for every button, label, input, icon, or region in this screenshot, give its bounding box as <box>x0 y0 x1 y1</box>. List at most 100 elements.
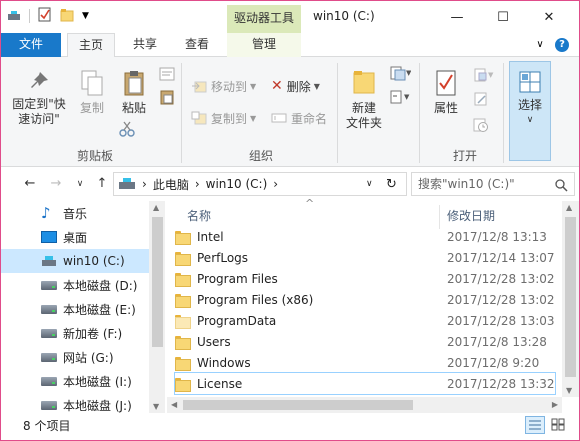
folder-icon <box>175 377 191 392</box>
drive-icon <box>41 328 57 338</box>
file-row[interactable]: Windows 2017/12/8 9:20 <box>175 352 555 373</box>
new-folder-qat-icon[interactable] <box>60 8 74 25</box>
file-date: 2017/12/8 13:13 <box>447 229 547 244</box>
easy-access-icon[interactable]: ▼ <box>389 89 411 108</box>
delete-button[interactable]: ✕ 删除 ▼ <box>271 77 320 95</box>
nav-item-drive-g[interactable]: 网站 (G:) <box>1 345 149 369</box>
copy-button[interactable]: 复制 <box>75 69 109 116</box>
address-dropdown-button[interactable]: ∨ <box>366 179 373 189</box>
title-bar: ▼ 驱动器工具 win10 (C:) — ☐ ✕ <box>1 1 579 33</box>
window-title: win10 (C:) <box>313 9 375 23</box>
select-button[interactable]: 选择 ∨ <box>509 61 551 161</box>
drive-icon <box>7 10 21 22</box>
drive-icon <box>41 352 57 362</box>
nav-scrollbar[interactable]: ▲ ▼ <box>149 201 166 413</box>
scroll-up-icon[interactable]: ▲ <box>566 203 572 212</box>
ribbon-tabs: 文件 主页 共享 查看 管理 ∨ ? <box>1 33 579 58</box>
file-row[interactable]: Users 2017/12/8 13:28 <box>175 331 555 352</box>
scroll-down-icon[interactable]: ▼ <box>153 402 159 411</box>
recent-locations-button[interactable]: ∨ <box>71 175 89 193</box>
horizontal-scroll-thumb[interactable] <box>183 400 413 410</box>
scroll-up-icon[interactable]: ▲ <box>153 203 159 212</box>
file-row[interactable]: Program Files 2017/12/28 13:02 <box>175 268 555 289</box>
maximize-button[interactable]: ☐ <box>480 5 526 29</box>
file-name: Program Files <box>197 271 278 286</box>
nav-item-label: 新加卷 (F:) <box>63 326 123 341</box>
move-to-icon <box>191 79 207 93</box>
tab-view[interactable]: 查看 <box>175 33 219 57</box>
tab-manage[interactable]: 管理 <box>227 33 301 57</box>
nav-item-drive-c[interactable]: win10 (C:) <box>1 249 149 273</box>
nav-item-desktop[interactable]: 桌面 <box>1 225 149 249</box>
file-row[interactable]: PerfLogs 2017/12/14 13:07 <box>175 247 555 268</box>
new-folder-button[interactable]: 新建 文件夹 <box>341 69 387 131</box>
minimize-button[interactable]: — <box>434 5 480 29</box>
paste-shortcut-icon[interactable] <box>159 89 175 108</box>
new-item-icon[interactable]: ▼ <box>389 65 412 84</box>
file-list: ^ 名称 修改日期 Intel 2017/12/8 13:13 PerfLogs… <box>165 197 579 413</box>
history-icon[interactable] <box>473 117 489 136</box>
properties-button[interactable]: 属性 <box>429 69 463 116</box>
scroll-down-icon[interactable]: ▼ <box>566 386 572 395</box>
large-icons-view-button[interactable] <box>549 416 569 434</box>
properties-qat-icon[interactable] <box>38 7 52 25</box>
file-name: PerfLogs <box>197 250 249 265</box>
select-icon <box>518 70 542 94</box>
copy-to-button[interactable]: 复制到 ▼ <box>191 109 256 127</box>
move-to-button[interactable]: 移动到 ▼ <box>191 77 256 95</box>
file-row[interactable]: License 2017/12/28 13:32 <box>174 372 556 395</box>
folder-icon <box>175 356 191 371</box>
file-name: License <box>197 376 243 391</box>
up-button[interactable]: ↑ <box>93 175 111 193</box>
tab-home[interactable]: 主页 <box>67 33 115 58</box>
qat-dropdown-icon[interactable]: ▼ <box>82 11 89 21</box>
pin-to-quick-access-button[interactable]: 固定到"快速访问" <box>9 69 69 127</box>
cut-icon[interactable] <box>119 121 135 140</box>
file-row[interactable]: Program Files (x86) 2017/12/28 13:02 <box>175 289 555 310</box>
nav-item-drive-i[interactable]: 本地磁盘 (I:) <box>1 369 149 393</box>
nav-item-drive-f[interactable]: 新加卷 (F:) <box>1 321 149 345</box>
address-bar[interactable]: › 此电脑 › win10 (C:) › ∨ ↻ <box>113 172 407 196</box>
file-date: 2017/12/28 13:03 <box>447 313 555 328</box>
open-icon[interactable]: ▼ <box>473 67 495 86</box>
breadcrumb-this-pc[interactable]: 此电脑 <box>153 176 189 193</box>
rename-button[interactable]: 重命名 <box>271 109 327 127</box>
file-row[interactable]: ProgramData 2017/12/28 13:03 <box>175 310 555 331</box>
collapse-ribbon-icon[interactable]: ∨ <box>533 38 547 52</box>
copy-path-icon[interactable] <box>159 67 175 84</box>
content-horizontal-scrollbar[interactable]: ◀ ▶ <box>167 397 562 413</box>
pin-icon <box>27 69 51 93</box>
tab-file[interactable]: 文件 <box>1 33 61 57</box>
back-button[interactable]: ← <box>21 175 39 193</box>
group-open-label: 打开 <box>453 149 478 163</box>
content-scroll-thumb[interactable] <box>565 217 576 377</box>
edit-icon[interactable] <box>473 91 489 110</box>
close-button[interactable]: ✕ <box>526 5 572 29</box>
column-header-name[interactable]: 名称 <box>187 199 211 229</box>
ribbon: 固定到"快速访问" 复制 粘贴 剪贴板 移动到 ▼ 复制到 ▼ ✕ 删除 ▼ 重… <box>1 57 579 167</box>
copy-icon <box>80 69 104 97</box>
file-date: 2017/12/8 9:20 <box>447 355 540 370</box>
help-icon[interactable]: ? <box>555 38 569 52</box>
file-row[interactable]: Intel 2017/12/8 13:13 <box>175 226 555 247</box>
column-header-date[interactable]: 修改日期 <box>447 199 495 229</box>
refresh-button[interactable]: ↻ <box>386 177 397 192</box>
tab-share[interactable]: 共享 <box>125 33 165 57</box>
nav-item-drive-d[interactable]: 本地磁盘 (D:) <box>1 273 149 297</box>
breadcrumb-drive-c[interactable]: win10 (C:) <box>206 177 268 191</box>
details-view-button[interactable] <box>525 416 545 434</box>
file-date: 2017/12/28 13:02 <box>447 292 555 307</box>
new-folder-label: 新建 文件夹 <box>345 101 382 130</box>
nav-scroll-thumb[interactable] <box>152 217 163 347</box>
move-to-label: 移动到 <box>211 79 248 94</box>
forward-button[interactable]: → <box>47 175 65 193</box>
scroll-right-icon[interactable]: ▶ <box>552 400 558 409</box>
nav-item-music[interactable]: ♪ 音乐 <box>1 201 149 225</box>
scroll-left-icon[interactable]: ◀ <box>171 400 177 409</box>
search-input[interactable]: 搜索"win10 (C:)" <box>411 172 575 196</box>
paste-button[interactable]: 粘贴 <box>117 69 151 116</box>
nav-item-drive-e[interactable]: 本地磁盘 (E:) <box>1 297 149 321</box>
content-vertical-scrollbar[interactable]: ▲ ▼ <box>562 201 579 397</box>
nav-item-label: win10 (C:) <box>63 254 125 268</box>
group-separator <box>337 63 338 163</box>
